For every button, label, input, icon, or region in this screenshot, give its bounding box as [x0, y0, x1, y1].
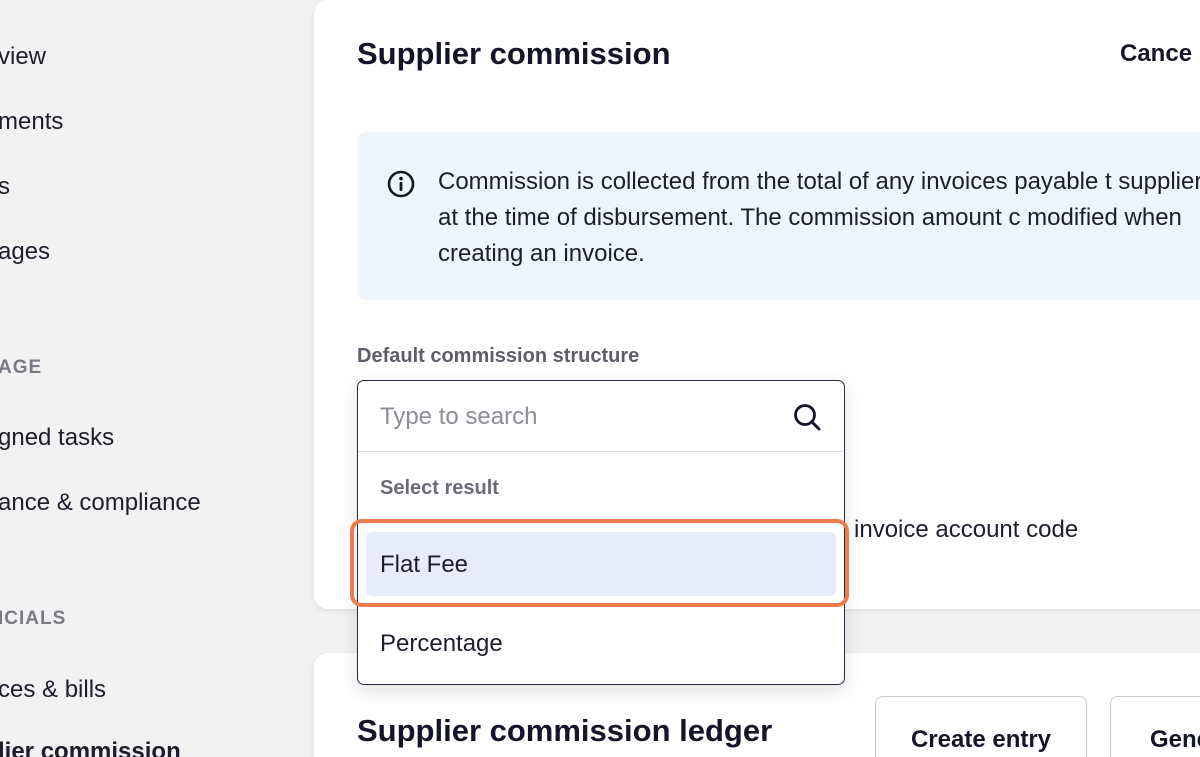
sidebar-section-manage: AGE	[0, 357, 43, 378]
account-code-option-text: n invoice account code	[834, 516, 1079, 543]
sidebar-item-documents[interactable]: ments	[0, 108, 63, 136]
dropdown-search-input[interactable]	[380, 399, 780, 435]
sidebar-item-overview[interactable]: view	[0, 43, 46, 71]
sidebar-item-messages[interactable]: ages	[0, 238, 50, 266]
option-percentage[interactable]: Percentage	[366, 611, 836, 675]
search-icon[interactable]	[792, 402, 822, 432]
sidebar-item-assigned-tasks[interactable]: gned tasks	[0, 424, 114, 452]
ledger-title: Supplier commission ledger	[357, 713, 773, 748]
option-flat-fee[interactable]: Flat Fee	[366, 532, 836, 596]
info-text: Commission is collected from the total o…	[438, 168, 1200, 267]
generate-button[interactable]: Gene	[1110, 696, 1200, 757]
info-icon	[387, 170, 415, 198]
cancel-button[interactable]: Cance	[1120, 40, 1192, 68]
panel-title: Supplier commission	[357, 36, 671, 71]
create-entry-button[interactable]: Create entry	[875, 696, 1087, 757]
sidebar-item-supplier-commission[interactable]: lier commission	[0, 738, 181, 757]
commission-structure-dropdown: Select result Flat Fee Percentage	[357, 380, 845, 685]
commission-structure-label: Default commission structure	[357, 345, 640, 367]
sidebar-section-financials: ICIALS	[0, 608, 67, 629]
sidebar: view ments s ages AGE gned tasks ance & …	[0, 0, 300, 757]
sidebar-item-invoices-bills[interactable]: ces & bills	[0, 676, 106, 704]
dropdown-group-label: Select result	[380, 477, 499, 499]
sidebar-item-compliance[interactable]: ance & compliance	[0, 489, 201, 517]
dropdown-search-bar	[358, 381, 844, 452]
app-root: view ments s ages AGE gned tasks ance & …	[0, 0, 1200, 757]
info-callout: Commission is collected from the total o…	[357, 132, 1200, 300]
sidebar-item-tasks[interactable]: s	[0, 173, 10, 201]
